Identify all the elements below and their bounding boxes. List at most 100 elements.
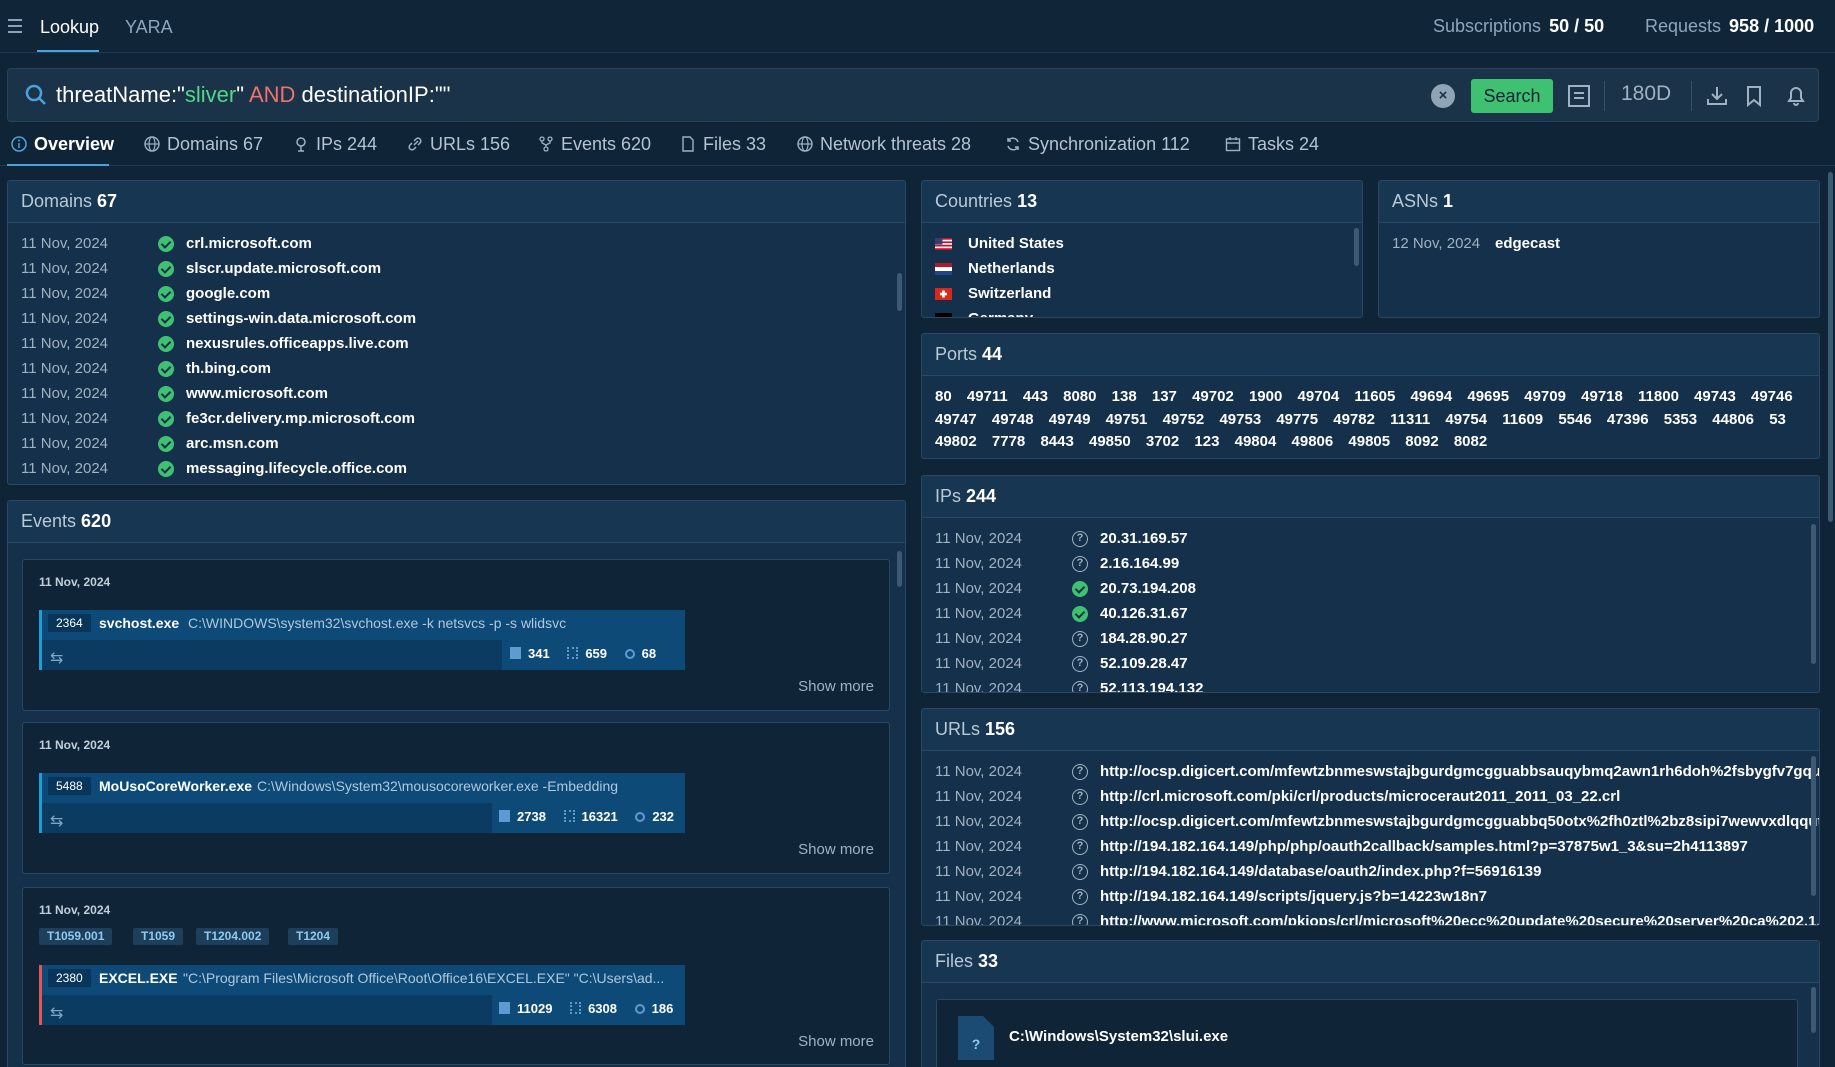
domains-scrollbar[interactable]	[897, 273, 902, 311]
port-value[interactable]: 49749	[1049, 411, 1091, 428]
port-value[interactable]: 49704	[1298, 388, 1340, 405]
url-row[interactable]: 11 Nov, 2024? http://194.182.164.149/php/…	[935, 834, 1806, 859]
domain-row[interactable]: 11 Nov, 2024 nexusrules.officeapps.live.c…	[21, 331, 892, 356]
mitre-tag[interactable]: T1204	[288, 928, 339, 945]
tab-overview[interactable]: Overview	[11, 134, 114, 155]
port-value[interactable]: 8080	[1063, 388, 1096, 405]
country-row[interactable]: Germany	[935, 306, 1349, 317]
port-value[interactable]: 49718	[1581, 388, 1623, 405]
relation-icon[interactable]: ⇆	[50, 1003, 63, 1023]
port-value[interactable]: 7778	[992, 433, 1025, 450]
file-card[interactable]: ? C:\Windows\System32\slui.exe	[936, 999, 1798, 1067]
port-value[interactable]: 80	[935, 388, 952, 405]
bell-icon[interactable]	[1783, 83, 1809, 109]
port-value[interactable]: 49747	[935, 411, 977, 428]
urls-scrollbar[interactable]	[1811, 756, 1816, 896]
port-value[interactable]: 11311	[1390, 411, 1430, 428]
download-icon[interactable]	[1704, 83, 1730, 109]
port-value[interactable]: 49746	[1751, 388, 1793, 405]
port-value[interactable]: 53	[1769, 411, 1786, 428]
ip-row[interactable]: 11 Nov, 2024? 2.16.164.99	[935, 551, 1806, 576]
tab-synchronization[interactable]: Synchronization 112	[1007, 134, 1190, 155]
country-row[interactable]: Netherlands	[935, 256, 1349, 281]
mitre-tag[interactable]: T1059.001	[39, 928, 113, 945]
domain-row[interactable]: 11 Nov, 2024 www.microsoft.com	[21, 381, 892, 406]
clear-search-icon[interactable]: ×	[1431, 84, 1455, 108]
domain-row[interactable]: 11 Nov, 2024 th.bing.com	[21, 356, 892, 381]
port-value[interactable]: 8082	[1454, 433, 1487, 450]
ip-row[interactable]: 11 Nov, 2024? 20.31.169.57	[935, 526, 1806, 551]
search-button[interactable]: Search	[1471, 79, 1553, 113]
ips-scrollbar[interactable]	[1811, 524, 1816, 664]
domain-row[interactable]: 11 Nov, 2024 settings-win.data.microsoft.…	[21, 306, 892, 331]
url-row[interactable]: 11 Nov, 2024? http://crl.microsoft.com/pk…	[935, 784, 1806, 809]
files-scrollbar[interactable]	[1811, 987, 1816, 1033]
url-row[interactable]: 11 Nov, 2024? http://ocsp.digicert.com/mf…	[935, 759, 1819, 784]
port-value[interactable]: 49702	[1192, 388, 1234, 405]
relation-icon[interactable]: ⇆	[50, 811, 63, 831]
ip-row[interactable]: 11 Nov, 2024 40.126.31.67	[935, 601, 1806, 626]
country-row[interactable]: Switzerland	[935, 281, 1349, 306]
tab-network-threats[interactable]: Network threats 28	[797, 134, 971, 155]
port-value[interactable]: 138	[1112, 388, 1137, 405]
ip-row[interactable]: 11 Nov, 2024 20.73.194.208	[935, 576, 1806, 601]
search-query-input[interactable]: threatName:"sliver" AND destinationIP:""	[56, 82, 450, 108]
port-value[interactable]: 47396	[1607, 411, 1649, 428]
domain-row[interactable]: 11 Nov, 2024 google.com	[21, 281, 892, 306]
query-list-icon[interactable]	[1566, 83, 1592, 109]
port-value[interactable]: 1900	[1249, 388, 1282, 405]
port-value[interactable]: 49754	[1445, 411, 1487, 428]
port-value[interactable]: 11605	[1354, 388, 1395, 405]
port-value[interactable]: 11609	[1502, 411, 1543, 428]
port-value[interactable]: 49751	[1106, 411, 1148, 428]
domain-row[interactable]: 11 Nov, 2024 messaging.lifecycle.office.c…	[21, 456, 892, 481]
mitre-tag[interactable]: T1204.002	[196, 928, 270, 945]
tab-urls[interactable]: URLs 156	[408, 134, 510, 155]
port-value[interactable]: 3702	[1146, 433, 1179, 450]
event-card[interactable]: 11 Nov, 2024 2364 svchost.exe C:\WINDOWS…	[22, 559, 890, 711]
country-row[interactable]: United States	[935, 231, 1349, 256]
port-value[interactable]: 443	[1023, 388, 1048, 405]
port-value[interactable]: 49782	[1333, 411, 1375, 428]
asn-row[interactable]: 12 Nov, 2024 edgecast	[1392, 231, 1806, 256]
process-bar[interactable]: 2380 EXCEL.EXE "C:\Program Files\Microso…	[39, 965, 685, 1025]
period-selector[interactable]: 180D	[1621, 82, 1671, 106]
nav-tab-yara[interactable]: YARA	[125, 17, 173, 38]
url-row[interactable]: 11 Nov, 2024? http://www.microsoft.com/pk…	[935, 909, 1819, 925]
port-value[interactable]: 49806	[1292, 433, 1334, 450]
port-value[interactable]: 49775	[1276, 411, 1318, 428]
port-value[interactable]: 49748	[992, 411, 1034, 428]
port-value[interactable]: 49802	[935, 433, 977, 450]
port-value[interactable]: 49695	[1467, 388, 1509, 405]
show-more-link[interactable]: Show more	[798, 678, 874, 695]
port-value[interactable]: 49850	[1089, 433, 1131, 450]
port-value[interactable]: 11800	[1638, 388, 1679, 405]
tab-domains[interactable]: Domains 67	[144, 134, 263, 155]
tab-ips[interactable]: IPs 244	[296, 134, 377, 155]
port-value[interactable]: 5353	[1664, 411, 1697, 428]
port-value[interactable]: 5546	[1558, 411, 1591, 428]
port-value[interactable]: 49694	[1410, 388, 1452, 405]
port-value[interactable]: 49711	[967, 388, 1008, 405]
domain-row[interactable]: 11 Nov, 2024 fe3cr.delivery.mp.microsoft.…	[21, 406, 892, 431]
port-value[interactable]: 137	[1152, 388, 1177, 405]
ip-row[interactable]: 11 Nov, 2024? 52.113.194.132	[935, 676, 1806, 692]
domain-row[interactable]: 11 Nov, 2024 slscr.update.microsoft.com	[21, 256, 892, 281]
nav-tab-lookup[interactable]: Lookup	[40, 17, 99, 38]
tab-tasks[interactable]: Tasks 24	[1225, 134, 1319, 155]
domain-row[interactable]: 11 Nov, 2024 crl.microsoft.com	[21, 231, 892, 256]
port-value[interactable]: 8092	[1405, 433, 1438, 450]
show-more-link[interactable]: Show more	[798, 1033, 874, 1050]
port-value[interactable]: 49805	[1348, 433, 1390, 450]
port-value[interactable]: 49804	[1235, 433, 1277, 450]
url-row[interactable]: 11 Nov, 2024? http://194.182.164.149/scri…	[935, 884, 1806, 909]
domain-row[interactable]: 11 Nov, 2024 arc.msn.com	[21, 431, 892, 456]
port-value[interactable]: 49709	[1524, 388, 1566, 405]
process-bar[interactable]: 5488 MoUsoCoreWorker.exe C:\Windows\Syst…	[39, 773, 685, 833]
tab-events[interactable]: Events 620	[539, 134, 651, 155]
event-card[interactable]: 11 Nov, 2024 T1059.001 T1059 T1204.002 T…	[22, 887, 890, 1065]
port-value[interactable]: 49743	[1694, 388, 1736, 405]
port-value[interactable]: 44806	[1712, 411, 1754, 428]
event-card[interactable]: 11 Nov, 2024 5488 MoUsoCoreWorker.exe C:…	[22, 722, 890, 874]
mitre-tag[interactable]: T1059	[133, 928, 184, 945]
